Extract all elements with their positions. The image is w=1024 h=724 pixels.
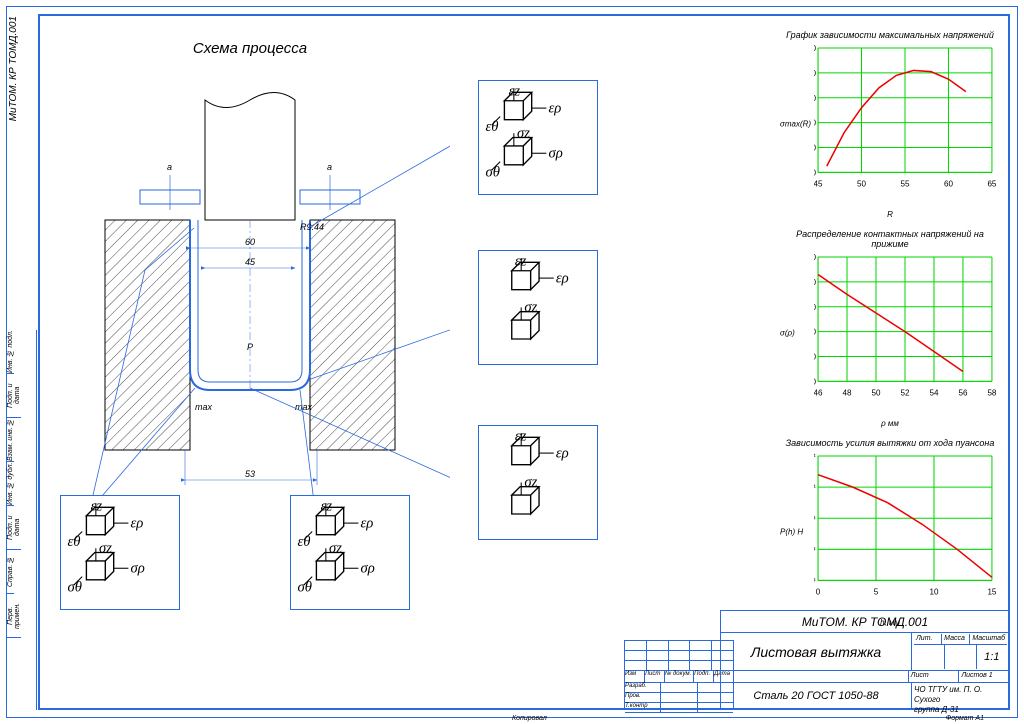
chart-3: Зависимость усилия вытяжки от хода пуанс… bbox=[780, 438, 1000, 627]
svg-text:σρ: σρ bbox=[131, 560, 145, 576]
svg-text:max: max bbox=[295, 402, 313, 412]
chart-1: График зависимости максимальных напряжен… bbox=[780, 30, 1000, 219]
stress-box-5: εz ερ εθ σz σρ σθ bbox=[290, 495, 410, 610]
svg-text:60: 60 bbox=[944, 180, 953, 189]
chart-3-title: Зависимость усилия вытяжки от хода пуанс… bbox=[780, 438, 1000, 448]
svg-text:60: 60 bbox=[814, 144, 817, 153]
svg-text:46: 46 bbox=[814, 389, 823, 398]
svg-text:σθ: σθ bbox=[486, 164, 500, 180]
svg-text:3×10⁴: 3×10⁴ bbox=[814, 452, 817, 461]
svg-text:σz: σz bbox=[524, 475, 537, 491]
svg-text:εz: εz bbox=[321, 500, 333, 515]
section-mark-right: a bbox=[327, 162, 332, 172]
svg-text:40: 40 bbox=[814, 377, 817, 386]
svg-text:65: 65 bbox=[987, 180, 996, 189]
svg-text:5: 5 bbox=[874, 588, 879, 597]
svg-text:80: 80 bbox=[814, 328, 817, 337]
svg-text:140: 140 bbox=[814, 253, 817, 262]
svg-text:53: 53 bbox=[245, 469, 255, 479]
svg-text:10: 10 bbox=[929, 588, 938, 597]
side-ruler: Инв. № подл.Подп. и датаВзам. инв. №Инв.… bbox=[7, 330, 37, 710]
svg-text:80: 80 bbox=[814, 119, 817, 128]
svg-text:εz: εz bbox=[91, 500, 103, 515]
stress-box-4: εz ερ εθ σz σρ σθ bbox=[60, 495, 180, 610]
chart-1-title: График зависимости максимальных напряжен… bbox=[780, 30, 1000, 40]
side-doc-id: МиТОМ. КР ТОМД.001 bbox=[8, 16, 19, 121]
chart-2: Распределение контактных напряжений на п… bbox=[780, 229, 1000, 428]
svg-text:60: 60 bbox=[814, 353, 817, 362]
svg-text:ερ: ερ bbox=[361, 515, 374, 531]
stress-box-3: εz ερ σz bbox=[478, 425, 598, 540]
radius-label: R9.44 bbox=[300, 222, 324, 232]
svg-text:ερ: ερ bbox=[556, 445, 569, 461]
svg-text:σθ: σθ bbox=[298, 579, 312, 595]
svg-text:2.5×10⁴: 2.5×10⁴ bbox=[814, 483, 817, 492]
svg-text:50: 50 bbox=[857, 180, 866, 189]
svg-text:εθ: εθ bbox=[298, 534, 311, 550]
svg-text:1×10⁴: 1×10⁴ bbox=[814, 576, 817, 585]
svg-text:σρ: σρ bbox=[549, 145, 563, 161]
process-schematic: Схема процесса a a 60 bbox=[50, 40, 450, 560]
svg-text:max: max bbox=[195, 402, 213, 412]
svg-text:εθ: εθ bbox=[486, 119, 499, 135]
svg-text:σz: σz bbox=[329, 541, 342, 557]
svg-text:εz: εz bbox=[515, 430, 527, 445]
footer-format: Формат А1 bbox=[946, 715, 984, 722]
footer-copied: Копировал bbox=[512, 715, 547, 722]
material: Сталь 20 ГОСТ 1050-88 bbox=[721, 683, 912, 709]
svg-text:140: 140 bbox=[814, 44, 817, 53]
svg-text:100: 100 bbox=[814, 94, 817, 103]
svg-text:σρ: σρ bbox=[361, 560, 375, 576]
svg-text:ερ: ερ bbox=[549, 100, 562, 116]
svg-text:54: 54 bbox=[929, 389, 938, 398]
svg-text:100: 100 bbox=[814, 303, 817, 312]
stress-box-2: εz ερ σz bbox=[478, 250, 598, 365]
svg-text:σθ: σθ bbox=[68, 579, 82, 595]
svg-text:ερ: ερ bbox=[556, 270, 569, 286]
svg-text:2×10⁴: 2×10⁴ bbox=[814, 514, 817, 523]
svg-text:50: 50 bbox=[872, 389, 881, 398]
svg-text:1.5×10⁴: 1.5×10⁴ bbox=[814, 545, 817, 554]
svg-text:52: 52 bbox=[900, 389, 909, 398]
svg-text:σz: σz bbox=[99, 541, 112, 557]
chart-2-title: Распределение контактных напряжений на п… bbox=[780, 229, 1000, 249]
svg-text:εθ: εθ bbox=[68, 534, 81, 550]
svg-text:εz: εz bbox=[509, 85, 521, 100]
svg-text:120: 120 bbox=[814, 69, 817, 78]
charts-column: График зависимости максимальных напряжен… bbox=[780, 30, 1000, 604]
stress-box-1: εz ερ εθ σz σρ σθ bbox=[478, 80, 598, 195]
svg-text:σz: σz bbox=[517, 126, 530, 142]
drawing-name: Листовая вытяжка bbox=[721, 633, 912, 670]
svg-text:48: 48 bbox=[843, 389, 852, 398]
svg-text:45: 45 bbox=[245, 257, 256, 267]
title-block: МиТОМ. КР ТОМД.001 Листовая вытяжка Лит.… bbox=[720, 610, 1010, 710]
svg-text:40: 40 bbox=[814, 168, 817, 177]
svg-text:56: 56 bbox=[958, 389, 967, 398]
svg-text:εz: εz bbox=[515, 255, 527, 270]
doc-id: МиТОМ. КР ТОМД.001 bbox=[721, 611, 1009, 632]
svg-text:45: 45 bbox=[814, 180, 823, 189]
schematic-title: Схема процесса bbox=[50, 40, 450, 57]
svg-text:120: 120 bbox=[814, 278, 817, 287]
svg-text:58: 58 bbox=[987, 389, 996, 398]
svg-text:15: 15 bbox=[987, 588, 996, 597]
section-mark-left: a bbox=[167, 162, 172, 172]
svg-text:σz: σz bbox=[524, 300, 537, 316]
svg-text:ερ: ερ bbox=[131, 515, 144, 531]
svg-text:55: 55 bbox=[900, 180, 909, 189]
revision-table: ИзмЛист№ докум.Подп.Дата Разраб. Пров. Т… bbox=[624, 640, 734, 710]
svg-text:0: 0 bbox=[816, 588, 821, 597]
